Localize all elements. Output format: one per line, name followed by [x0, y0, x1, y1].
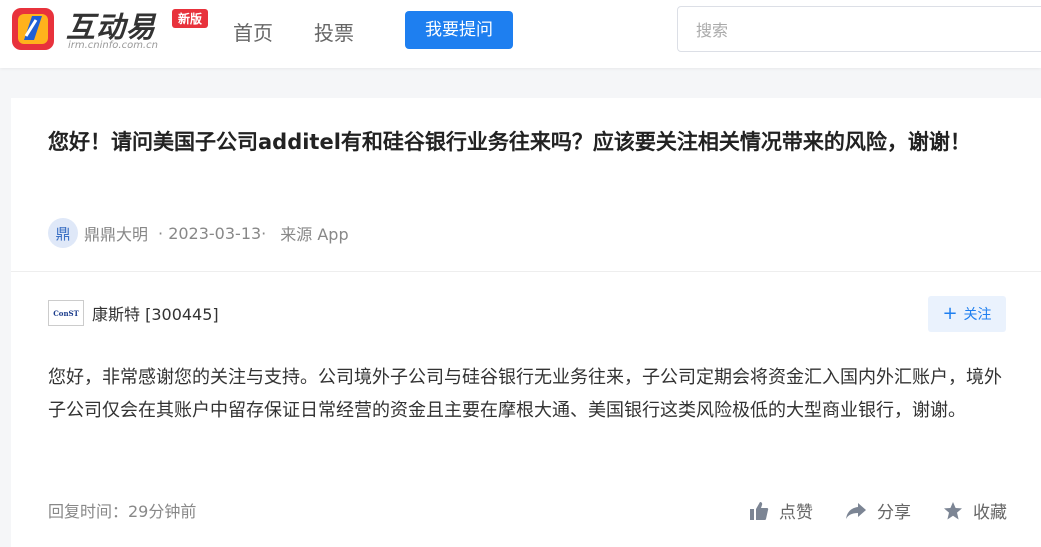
question-date: · 2023-03-13· — [158, 223, 267, 243]
asker-name[interactable]: 鼎鼎大明 — [84, 221, 148, 245]
avatar[interactable]: 鼎 — [48, 218, 78, 248]
question-meta: 鼎 鼎鼎大明 · 2023-03-13· 来源 App — [48, 216, 349, 250]
company-name[interactable]: 康斯特 [300445] — [92, 301, 219, 325]
top-navigation-bar: 互动易 irm.cninfo.com.cn 新版 首页 投票 我要提问 — [0, 0, 1041, 68]
share-arrow-icon — [846, 502, 866, 519]
qa-card: 您好！请问美国子公司additel有和硅谷银行业务往来吗？应该要关注相关情况带来… — [11, 98, 1041, 547]
logo-url: irm.cninfo.com.cn — [68, 40, 158, 51]
like-button[interactable]: 点赞 — [749, 498, 813, 523]
new-version-badge: 新版 — [172, 9, 209, 28]
star-icon — [944, 501, 962, 519]
search-input[interactable] — [678, 7, 1038, 53]
like-label: 点赞 — [779, 503, 813, 523]
favorite-button[interactable]: 收藏 — [943, 498, 1007, 523]
thumbs-up-icon — [750, 501, 769, 520]
nav-vote[interactable]: 投票 — [314, 17, 354, 46]
question-title: 您好！请问美国子公司additel有和硅谷银行业务往来吗？应该要关注相关情况带来… — [48, 130, 971, 154]
question-source: 来源 App — [280, 225, 349, 244]
reply-time: 回复时间：29分钟前 — [48, 502, 197, 521]
nav-home[interactable]: 首页 — [233, 17, 273, 46]
share-label: 分享 — [877, 503, 911, 523]
logo-mark-icon — [12, 8, 54, 50]
divider — [11, 271, 1041, 272]
answer-text: 您好，非常感谢您的关注与支持。公司境外子公司与硅谷银行无业务往来，子公司定期会将… — [48, 367, 1002, 421]
company-logo: ConST — [48, 300, 84, 326]
action-bar: 点赞 分享 收藏 — [717, 498, 1007, 523]
site-logo[interactable]: 互动易 irm.cninfo.com.cn 新版 — [10, 4, 215, 56]
search-box — [677, 6, 1041, 53]
favorite-label: 收藏 — [973, 503, 1007, 523]
follow-label: 关注 — [963, 307, 992, 323]
plus-icon: + — [942, 303, 958, 324]
share-button[interactable]: 分享 — [845, 498, 911, 523]
ask-question-button[interactable]: 我要提问 — [405, 11, 513, 49]
follow-button[interactable]: + 关注 — [928, 296, 1006, 332]
company-info[interactable]: ConST 康斯特 [300445] — [48, 298, 219, 328]
